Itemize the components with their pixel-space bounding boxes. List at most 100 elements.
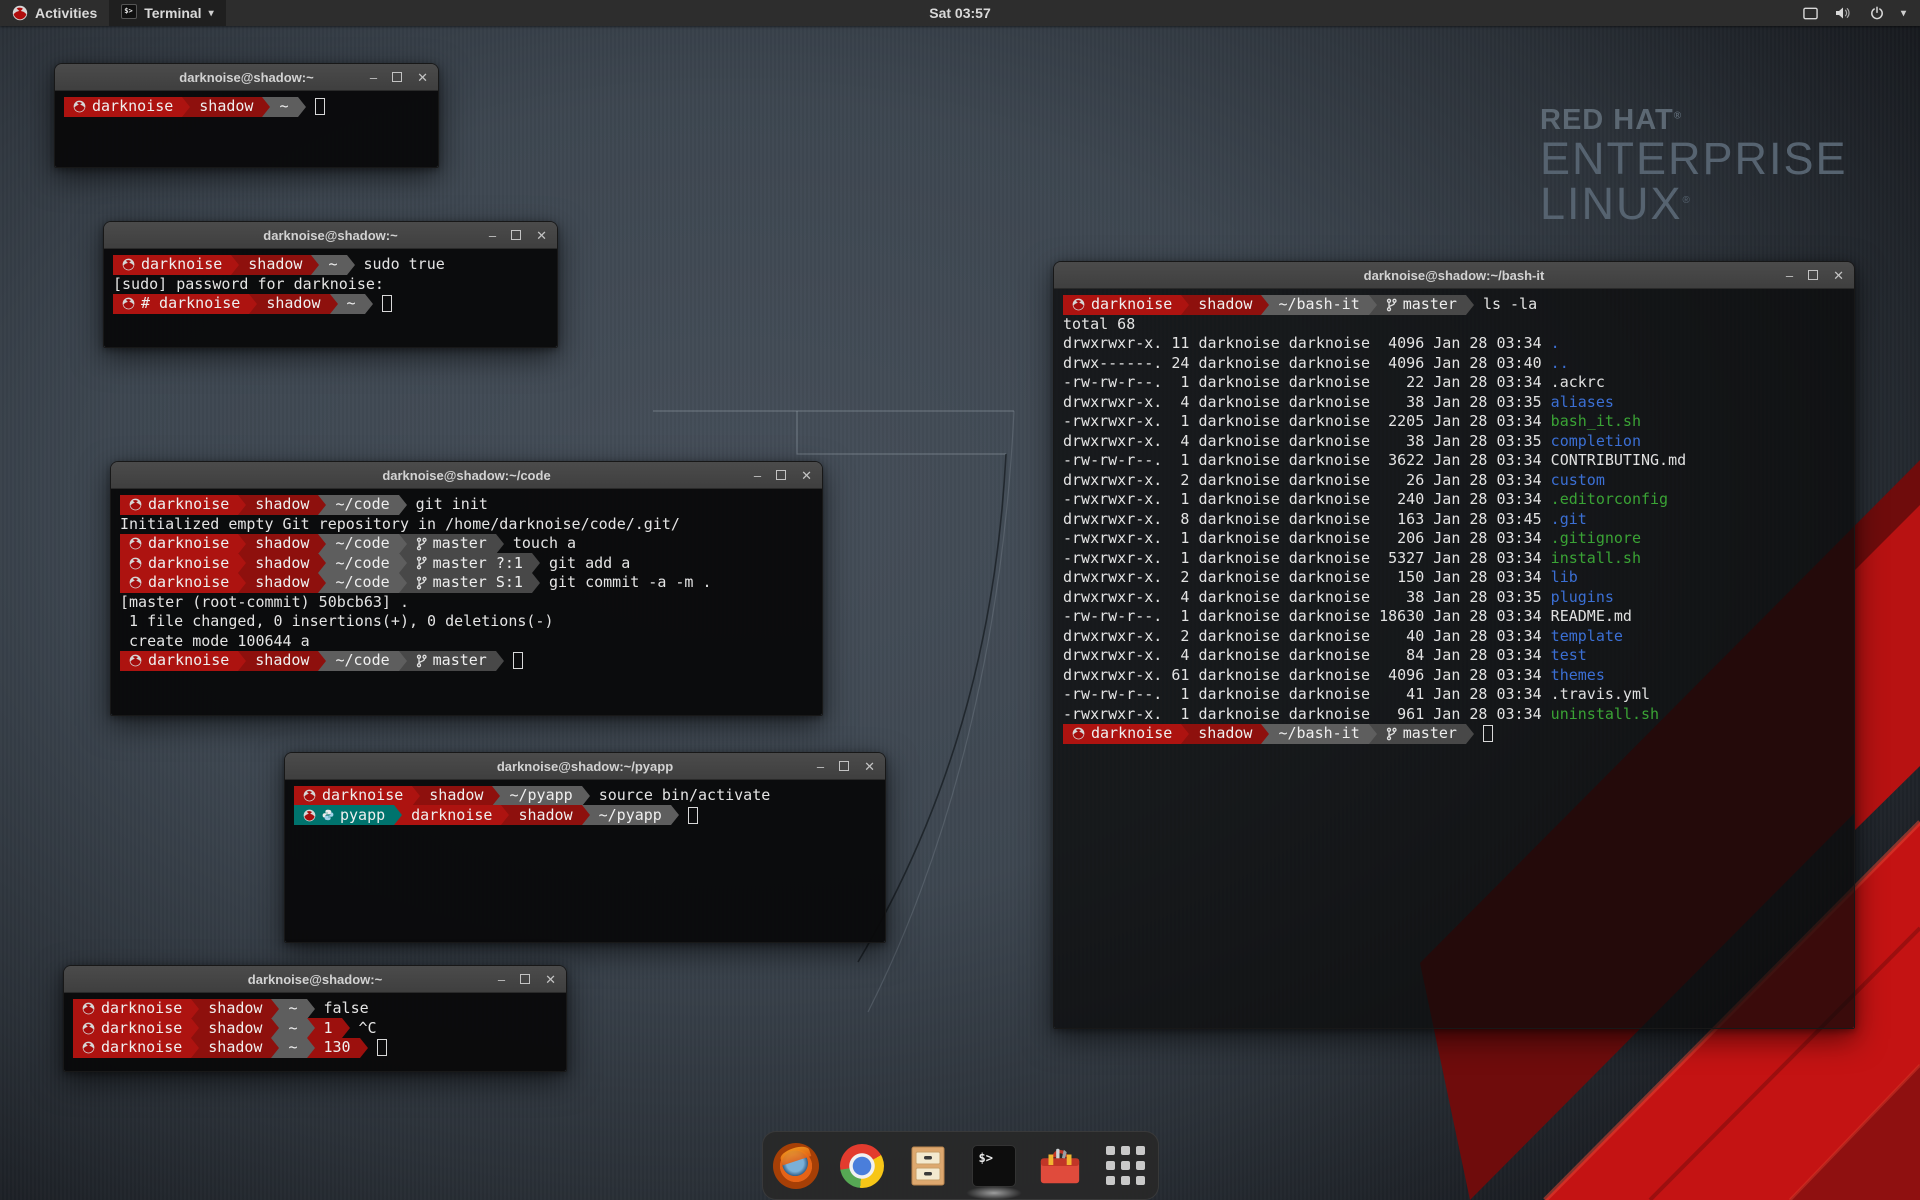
output-text: Initialized empty Git repository in /hom…	[120, 515, 680, 535]
prompt-segment-c: ~/pyapp	[500, 786, 581, 806]
focused-app-menu[interactable]: $> Terminal ▾	[109, 0, 225, 26]
terminal-body[interactable]: darknoiseshadow~/codegit initInitialized…	[111, 489, 822, 715]
minimize-button[interactable]: –	[489, 229, 496, 242]
prompt-segment-text: 1	[324, 1019, 333, 1039]
prompt-segment-h: shadow	[246, 495, 318, 515]
powerline-arrow-icon	[271, 999, 279, 1019]
system-status-area[interactable]: ▾	[1803, 0, 1920, 26]
prompt-segment-h: shadow	[1189, 724, 1261, 744]
files-icon[interactable]	[904, 1142, 952, 1190]
window-titlebar[interactable]: darknoise@shadow:~–✕	[55, 64, 438, 91]
close-button[interactable]: ✕	[1833, 269, 1844, 282]
powerline-arrow-icon	[311, 255, 319, 275]
prompt-segment-h: shadow	[509, 805, 581, 825]
prompt-segment-text: shadow	[266, 294, 320, 314]
prompt-segment-h: shadow	[199, 1018, 271, 1038]
terminal-body[interactable]: darknoiseshadow~	[55, 91, 438, 167]
chrome-icon[interactable]	[838, 1142, 886, 1190]
minimize-button[interactable]: –	[817, 760, 824, 773]
terminal-cursor	[688, 807, 698, 824]
redhat-prompt-icon	[1072, 727, 1085, 740]
window-titlebar[interactable]: darknoise@shadow:~/bash-it–✕	[1054, 262, 1854, 289]
command-text: false	[324, 999, 369, 1019]
prompt-segment-text: ~	[279, 97, 288, 117]
prompt-segment-text: master ?:1	[433, 554, 523, 574]
toolbox-icon[interactable]	[1036, 1142, 1084, 1190]
output-text: create mode 100644 a	[120, 632, 310, 652]
prompt-segment-u: darknoise	[120, 553, 238, 573]
terminal-line: darknoiseshadow~/pyappsource bin/activat…	[294, 786, 876, 806]
prompt-segment-u: darknoise	[113, 255, 231, 275]
top-bar: Activities $> Terminal ▾ Sat 03:57 ▾	[0, 0, 1920, 26]
prompt-segment-h: shadow	[257, 294, 329, 314]
minimize-button[interactable]: –	[498, 973, 505, 986]
close-button[interactable]: ✕	[417, 71, 428, 84]
prompt-segment-e: 1	[315, 1018, 342, 1038]
terminal-body[interactable]: darknoiseshadow~falsedarknoiseshadow~1^C…	[64, 993, 566, 1071]
prompt-segment-h: shadow	[199, 1038, 271, 1058]
redhat-prompt-icon	[82, 1041, 95, 1054]
terminal-line: [sudo] password for darknoise:	[113, 275, 548, 295]
close-button[interactable]: ✕	[536, 229, 547, 242]
prompt-segment-c: ~/bash-it	[1269, 295, 1368, 315]
maximize-button[interactable]	[520, 974, 530, 984]
chevron-down-icon[interactable]: ▾	[1901, 8, 1906, 19]
terminal-body[interactable]: darknoiseshadow~/bash-itmasterls -latota…	[1054, 289, 1854, 1028]
maximize-button[interactable]	[776, 470, 786, 480]
ls-row-filename: lib	[1551, 568, 1578, 588]
powerline-arrow-icon	[238, 495, 246, 515]
show-apps-icon[interactable]	[1102, 1142, 1150, 1190]
window-titlebar[interactable]: darknoise@shadow:~/pyapp–✕	[285, 753, 885, 780]
close-button[interactable]: ✕	[864, 760, 875, 773]
minimize-button[interactable]: –	[754, 469, 761, 482]
ls-row-filename: bash_it.sh	[1551, 412, 1641, 432]
terminal-line: -rwxrwxr-x. 1 darknoise darknoise 961 Ja…	[1063, 705, 1845, 725]
close-button[interactable]: ✕	[801, 469, 812, 482]
powerline-arrow-icon	[399, 573, 407, 593]
clock-label[interactable]: Sat 03:57	[929, 5, 990, 21]
branch-icon	[416, 556, 427, 570]
prompt-segment-text: shadow	[208, 1019, 262, 1039]
powerline-arrow-icon	[532, 573, 540, 593]
redhat-prompt-icon	[129, 498, 142, 511]
prompt-segment-text: master	[1403, 724, 1457, 744]
ls-row-filename: .ackrc	[1551, 373, 1605, 393]
power-icon[interactable]	[1870, 6, 1884, 20]
prompt-segment-h: shadow	[246, 534, 318, 554]
terminal-cursor	[513, 652, 523, 669]
window-titlebar[interactable]: darknoise@shadow:~–✕	[64, 966, 566, 993]
terminal-icon[interactable]: $>	[970, 1142, 1018, 1190]
ls-row-filename: aliases	[1551, 393, 1614, 413]
prompt-segment-text: darknoise	[148, 534, 229, 554]
prompt-segment-text: master	[1403, 295, 1457, 315]
maximize-button[interactable]	[511, 230, 521, 240]
powerline-arrow-icon	[1466, 724, 1474, 744]
ls-row-filename: .travis.yml	[1551, 685, 1650, 705]
window-titlebar[interactable]: darknoise@shadow:~–✕	[104, 222, 557, 249]
screen-icon[interactable]	[1803, 7, 1818, 20]
terminal-window: darknoise@shadow:~–✕darknoiseshadow~sudo…	[103, 221, 558, 348]
prompt-segment-h: shadow	[420, 786, 492, 806]
minimize-button[interactable]: –	[370, 71, 377, 84]
minimize-button[interactable]: –	[1786, 269, 1793, 282]
firefox-icon[interactable]	[772, 1142, 820, 1190]
close-button[interactable]: ✕	[545, 973, 556, 986]
prompt-segment-text: shadow	[208, 999, 262, 1019]
terminal-body[interactable]: darknoiseshadow~/pyappsource bin/activat…	[285, 780, 885, 942]
terminal-line: [master (root-commit) 50bcb63] .	[120, 593, 813, 613]
terminal-body[interactable]: darknoiseshadow~sudo true[sudo] password…	[104, 249, 557, 347]
maximize-button[interactable]	[392, 72, 402, 82]
prompt-segment-u: darknoise	[402, 805, 501, 825]
prompt-segment-text: shadow	[255, 554, 309, 574]
terminal-line: total 68	[1063, 315, 1845, 335]
terminal-line: 1 file changed, 0 insertions(+), 0 delet…	[120, 612, 813, 632]
prompt-segment-text: ~	[328, 255, 337, 275]
maximize-button[interactable]	[839, 761, 849, 771]
redhat-prompt-icon	[122, 258, 135, 271]
desktop: Activities $> Terminal ▾ Sat 03:57 ▾ RED…	[0, 0, 1920, 1200]
maximize-button[interactable]	[1808, 270, 1818, 280]
activities-button[interactable]: Activities	[0, 0, 109, 26]
volume-icon[interactable]	[1835, 6, 1853, 20]
window-titlebar[interactable]: darknoise@shadow:~/code–✕	[111, 462, 822, 489]
ls-row-meta: drwxrwxr-x. 4 darknoise darknoise 38 Jan…	[1063, 432, 1551, 452]
